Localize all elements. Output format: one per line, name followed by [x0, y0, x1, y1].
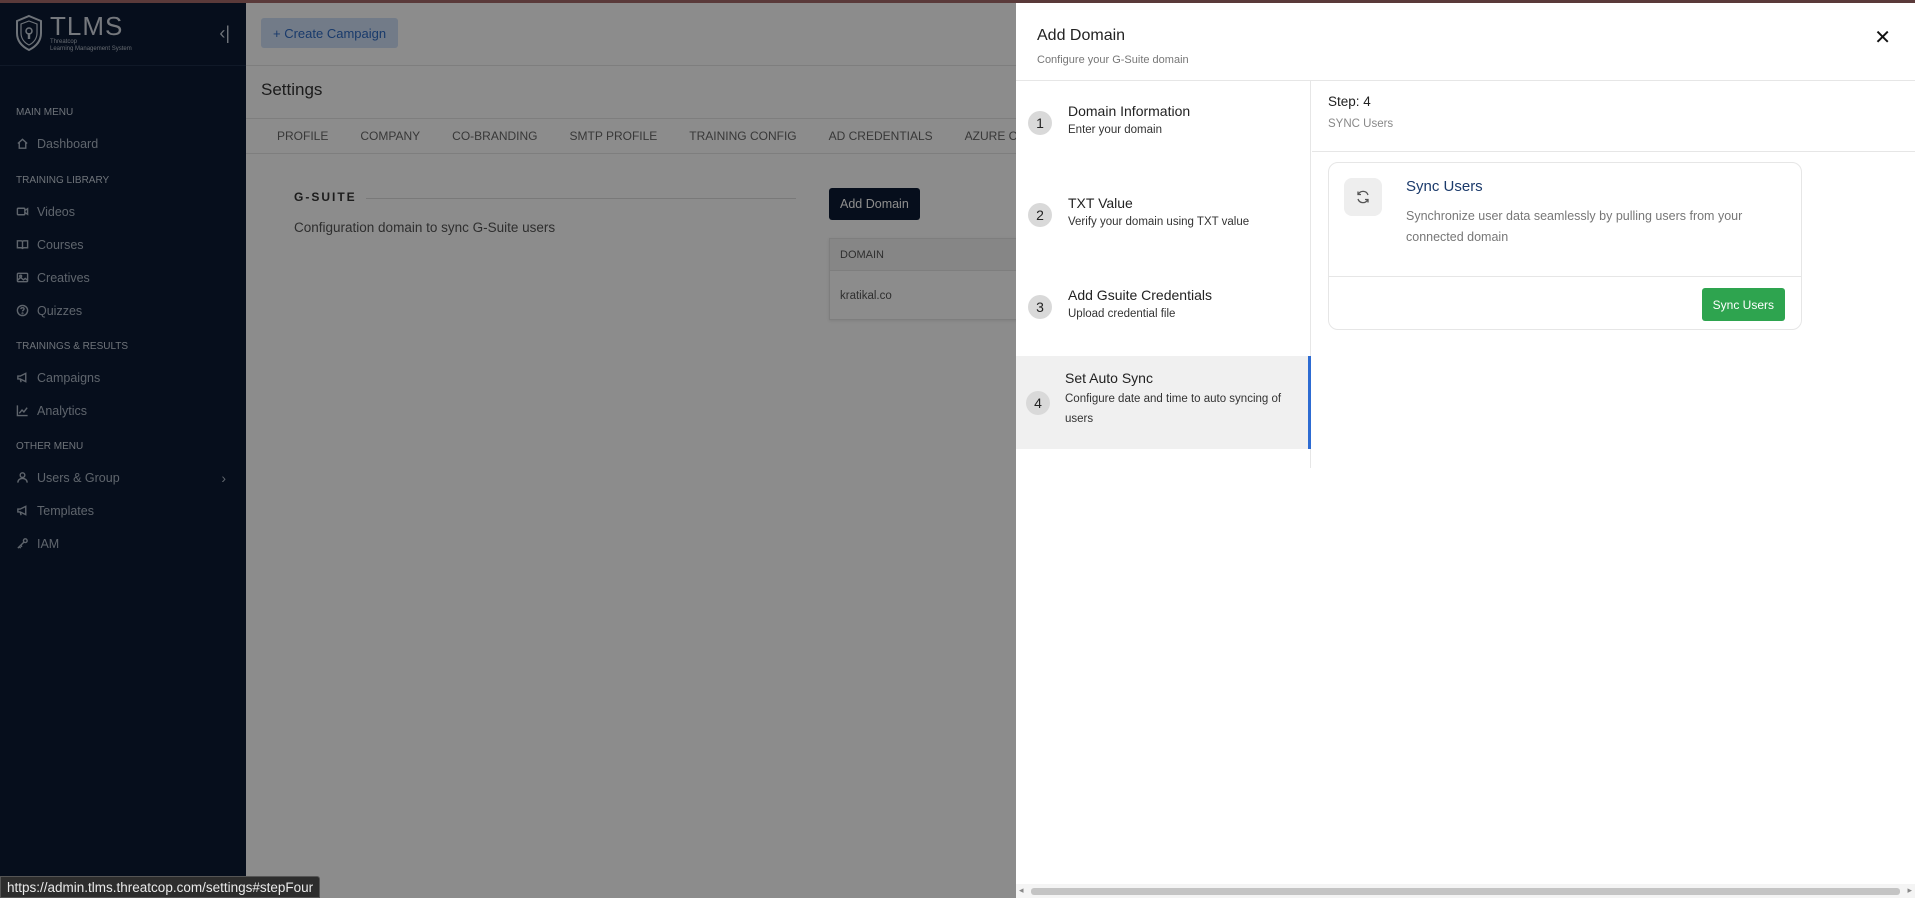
step-3[interactable]: 3 Add Gsuite Credentials Upload credenti… — [1016, 273, 1311, 328]
window-top-border — [0, 0, 1915, 3]
horizontal-scrollbar[interactable]: ◂ ▸ — [1016, 884, 1915, 898]
close-icon[interactable]: ✕ — [1874, 28, 1891, 48]
divider — [1312, 151, 1915, 152]
scrollbar-thumb[interactable] — [1031, 888, 1900, 895]
step-title: Set Auto Sync — [1065, 370, 1153, 386]
drawer-subtitle: Configure your G-Suite domain — [1037, 54, 1189, 66]
sync-users-card: Sync Users Synchronize user data seamles… — [1328, 162, 1802, 330]
step-number: 3 — [1028, 295, 1052, 319]
step-1[interactable]: 1 Domain Information Enter your domain — [1016, 89, 1311, 144]
step-description: Configure date and time to auto syncing … — [1065, 393, 1282, 425]
step-2[interactable]: 2 TXT Value Verify your domain using TXT… — [1016, 181, 1311, 236]
step-sublabel: SYNC Users — [1328, 118, 1394, 130]
sync-users-button[interactable]: Sync Users — [1701, 288, 1785, 321]
step-title: Add Gsuite Credentials — [1068, 287, 1212, 303]
stepper: 1 Domain Information Enter your domain 2… — [1016, 81, 1311, 468]
step-number: 2 — [1028, 203, 1052, 227]
step-number: 4 — [1026, 391, 1050, 415]
modal-backdrop[interactable] — [0, 0, 1016, 898]
drawer-header: Add Domain Configure your G-Suite domain… — [1016, 0, 1915, 81]
add-domain-drawer: Add Domain Configure your G-Suite domain… — [1016, 0, 1915, 898]
card-description: Synchronize user data seamlessly by pull… — [1406, 209, 1743, 244]
divider — [1329, 276, 1801, 277]
scroll-left-icon[interactable]: ◂ — [1019, 885, 1024, 896]
step-description: Verify your domain using TXT value — [1068, 216, 1250, 228]
step-title: Domain Information — [1068, 103, 1191, 119]
drawer-title: Add Domain — [1037, 27, 1126, 44]
step-description: Enter your domain — [1068, 124, 1162, 136]
step-description: Upload credential file — [1068, 308, 1176, 320]
link-status-url: https://admin.tlms.threatcop.com/setting… — [0, 876, 321, 898]
step-label: Step: 4 — [1328, 94, 1371, 109]
step-4-active[interactable]: 4 Set Auto Sync Configure date and time … — [1016, 356, 1311, 449]
sync-icon — [1344, 178, 1382, 216]
scroll-right-icon[interactable]: ▸ — [1907, 885, 1912, 896]
step-number: 1 — [1028, 111, 1052, 135]
step-title: TXT Value — [1068, 195, 1133, 211]
card-title: Sync Users — [1406, 178, 1483, 195]
